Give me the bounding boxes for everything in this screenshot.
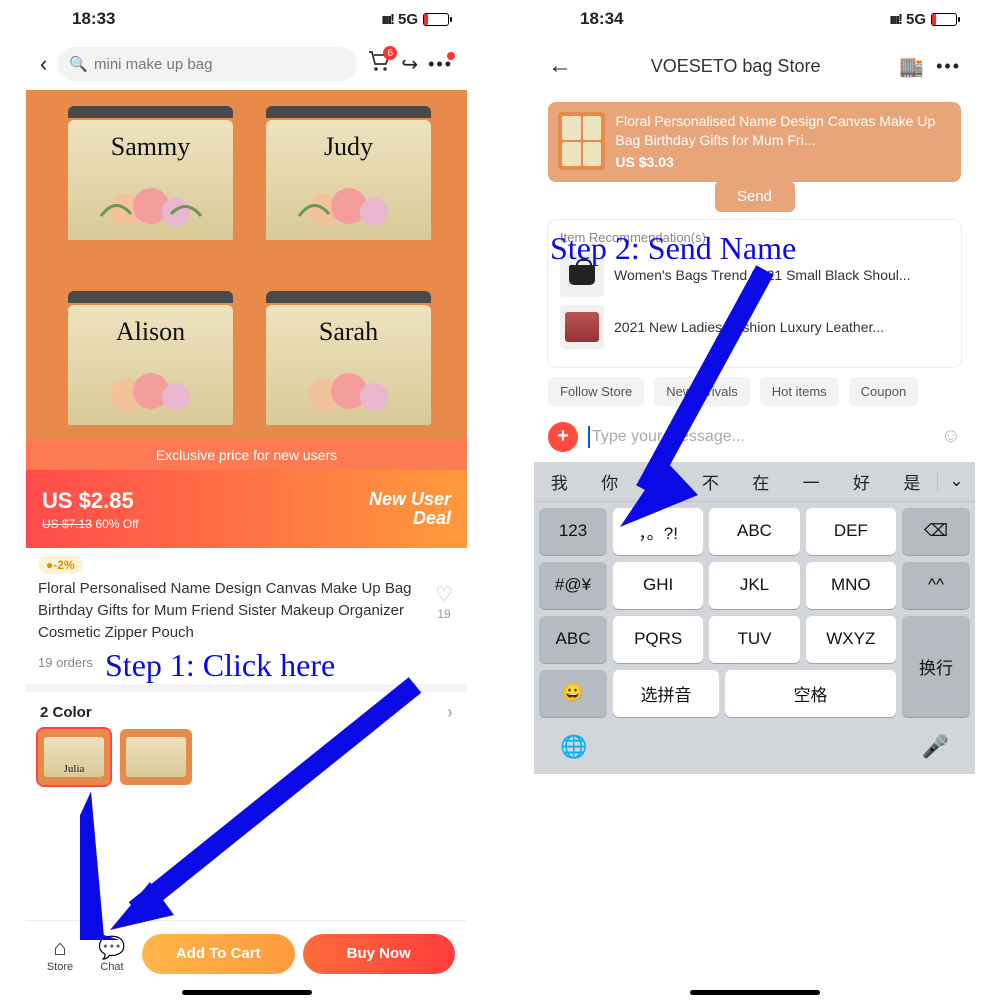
card-title: Floral Personalised Name Design Canvas M… — [615, 112, 951, 150]
favorite-count: 19 — [435, 607, 453, 621]
emoji-icon[interactable]: ☺ — [941, 425, 961, 448]
suggestion[interactable]: 是 — [887, 469, 937, 494]
chip-coupon[interactable]: Coupon — [849, 377, 919, 406]
key-backspace[interactable]: ⌫ — [902, 508, 970, 555]
more-icon[interactable]: ••• — [936, 56, 961, 77]
key-wxyz[interactable]: WXYZ — [806, 616, 896, 663]
status-bar: 18:34 ıııı! 5G — [534, 0, 975, 38]
chat-button[interactable]: 💬Chat — [90, 935, 134, 973]
home-indicator — [182, 990, 312, 995]
key-smile[interactable]: ^^ — [902, 562, 970, 609]
leather-bag-icon — [565, 312, 599, 342]
back-icon[interactable]: ‹ — [40, 51, 47, 77]
chevron-down-icon[interactable]: ⌄ — [937, 471, 975, 491]
product-title: Floral Personalised Name Design Canvas M… — [38, 578, 425, 643]
signal-bars-icon: ıııı! — [889, 11, 901, 28]
key-ghi[interactable]: GHI — [613, 562, 703, 609]
store-name: VOESETO bag Store — [584, 56, 887, 77]
key-space[interactable]: 空格 — [725, 670, 896, 717]
store-button[interactable]: ⌂Store — [38, 935, 82, 973]
search-icon: 🔍 — [69, 55, 88, 73]
search-text: mini make up bag — [94, 56, 212, 73]
network-label: 5G — [398, 11, 418, 28]
network-label: 5G — [906, 11, 926, 28]
notification-dot-icon — [447, 52, 455, 60]
cart-badge: 6 — [383, 46, 397, 60]
key-abc2[interactable]: ABC — [539, 616, 607, 663]
share-icon[interactable]: ↪ — [401, 52, 418, 77]
key-pinyin[interactable]: 选拼音 — [613, 670, 719, 717]
key-pqrs[interactable]: PQRS — [613, 616, 703, 663]
annotation-step2: Step 2: Send Name — [550, 230, 796, 267]
original-price: US $7.13 — [42, 517, 92, 531]
cart-icon[interactable]: 6 — [367, 50, 391, 78]
more-icon[interactable]: ••• — [428, 54, 453, 75]
store-icon: ⌂ — [38, 935, 82, 961]
top-bar: ‹ 🔍 mini make up bag 6 ↪ ••• — [26, 38, 467, 90]
product-image-gallery[interactable]: Sammy Judy Alison Sarah 1/7 Exclusive pr… — [26, 90, 467, 470]
search-input[interactable]: 🔍 mini make up bag — [57, 47, 357, 81]
attach-icon[interactable]: + — [548, 422, 578, 452]
annotation-step1: Step 1: Click here — [105, 647, 335, 684]
home-indicator — [690, 990, 820, 995]
key-jkl[interactable]: JKL — [709, 562, 799, 609]
suggestion[interactable]: 我 — [534, 469, 584, 494]
key-mno[interactable]: MNO — [806, 562, 896, 609]
chat-header: ← VOESETO bag Store 🏬 ••• — [534, 38, 975, 94]
suggestion[interactable]: 好 — [836, 469, 886, 494]
key-emoji[interactable]: 😀 — [539, 670, 607, 717]
price-box: US $2.85 US $7.13 60% Off New User Deal — [26, 470, 467, 548]
storefront-icon[interactable]: 🏬 — [899, 54, 924, 79]
mic-icon[interactable]: 🎤 — [922, 734, 949, 760]
bag-name: Sarah — [266, 317, 431, 347]
key-tuv[interactable]: TUV — [709, 616, 799, 663]
key-123[interactable]: 123 — [539, 508, 607, 555]
discount: 60% Off — [95, 517, 138, 531]
bag-name: Alison — [68, 317, 233, 347]
arrow-step1-icon — [80, 640, 440, 940]
deal-line1: New User — [369, 490, 451, 509]
send-button[interactable]: Send — [715, 181, 795, 212]
favorite-button[interactable]: ♡ 19 — [435, 578, 453, 621]
deal-line2: Deal — [369, 509, 451, 528]
battery-icon — [931, 13, 957, 26]
bag-name: Sammy — [68, 132, 233, 162]
product-thumb — [558, 112, 605, 170]
key-symbols[interactable]: #@¥ — [539, 562, 607, 609]
status-time: 18:34 — [580, 9, 623, 29]
coin-badge: ● -2% — [38, 556, 83, 574]
bag-name: Judy — [266, 132, 431, 162]
chevron-right-icon: › — [447, 702, 453, 723]
heart-icon: ♡ — [435, 582, 453, 607]
card-price: US $3.03 — [615, 153, 951, 172]
status-time: 18:33 — [72, 9, 115, 29]
key-enter[interactable]: 换行 — [902, 616, 970, 717]
back-icon[interactable]: ← — [548, 52, 572, 80]
globe-icon[interactable]: 🌐 — [560, 734, 587, 760]
signal-bars-icon: ıııı! — [381, 11, 393, 28]
price: US $2.85 — [42, 488, 139, 514]
handbag-icon — [569, 265, 595, 285]
arrow-step2-icon — [600, 235, 820, 535]
exclusive-banner: Exclusive price for new users — [26, 440, 467, 470]
battery-icon — [423, 13, 449, 26]
status-bar: 18:33 ıııı! 5G — [26, 0, 467, 38]
product-card[interactable]: Floral Personalised Name Design Canvas M… — [548, 102, 961, 182]
